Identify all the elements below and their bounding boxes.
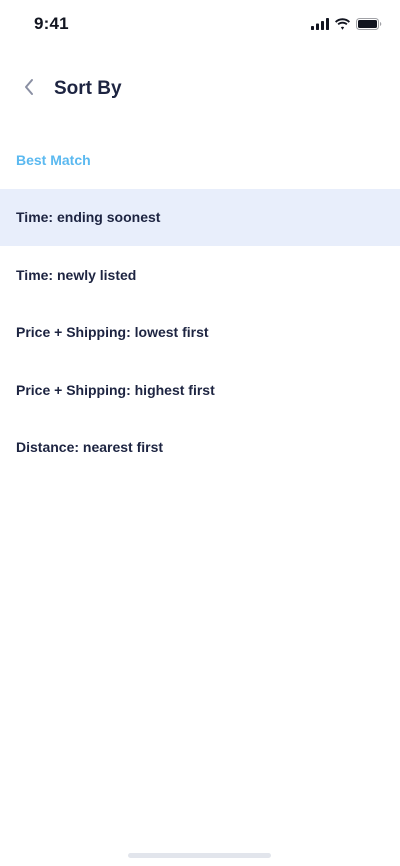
sort-option-ending-soonest[interactable]: Time: ending soonest (0, 188, 400, 246)
status-icons (311, 17, 382, 35)
status-time: 9:41 (34, 14, 69, 33)
status-bar: 9:41 (0, 0, 400, 50)
page-title: Sort By (54, 78, 122, 99)
back-button[interactable] (17, 77, 41, 101)
battery-icon (356, 17, 382, 35)
header: Sort By (0, 72, 400, 106)
sort-option-newly-listed[interactable]: Time: newly listed (0, 246, 400, 304)
wifi-icon (334, 17, 351, 35)
sort-option-distance-nearest[interactable]: Distance: nearest first (0, 419, 400, 477)
signal-icon (311, 17, 329, 35)
sort-option-best-match[interactable]: Best Match (0, 131, 400, 189)
sort-by-screen: 9:41 Sort By Best Match Time: ending soo… (0, 0, 400, 866)
home-indicator (128, 853, 271, 858)
sort-options-list: Best Match Time: ending soonest Time: ne… (0, 131, 400, 476)
sort-option-price-lowest[interactable]: Price + Shipping: lowest first (0, 304, 400, 362)
sort-option-price-highest[interactable]: Price + Shipping: highest first (0, 361, 400, 419)
chevron-left-icon (23, 78, 35, 101)
